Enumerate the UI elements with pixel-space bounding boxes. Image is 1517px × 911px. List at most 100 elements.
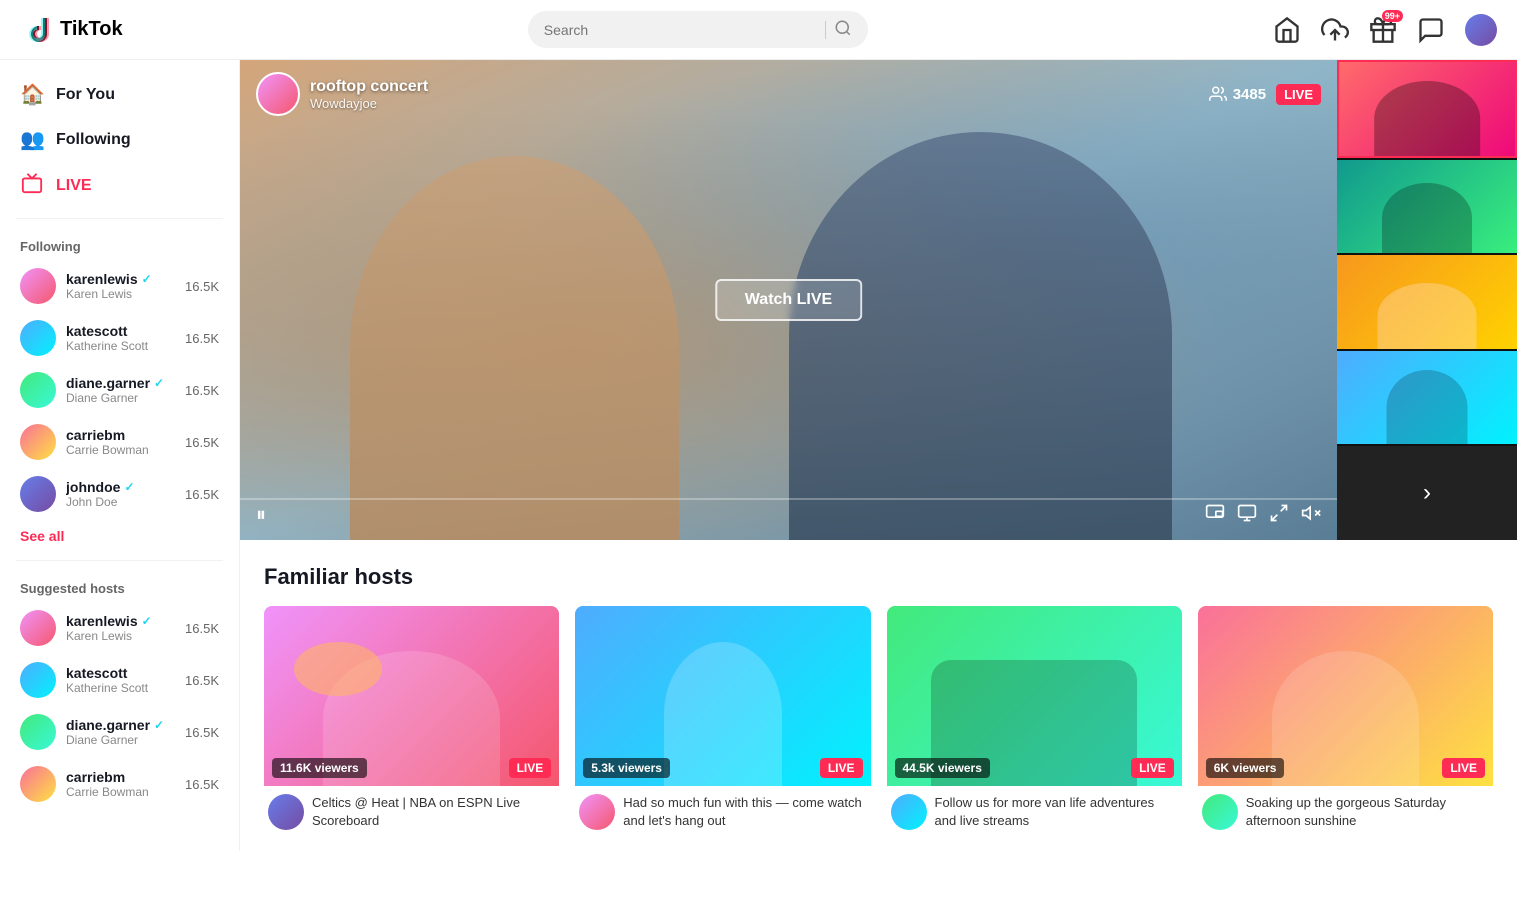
watch-live-button[interactable]: Watch LIVE <box>715 279 862 321</box>
home-icon-btn[interactable] <box>1273 16 1301 44</box>
user-handle-4: Carrie Bowman <box>66 443 175 457</box>
sidebar: 🏠 For You 👥 Following LIVE Following kar… <box>0 60 240 851</box>
host-desc-3: Follow us for more van life adventures a… <box>935 794 1178 830</box>
user-count-5: 16.5K <box>185 487 219 502</box>
suggested-user-2[interactable]: katescott Katherine Scott 16.5K <box>0 654 239 706</box>
tiktok-logo-icon <box>20 14 52 46</box>
host-viewer-count-2: 5.3k viewers <box>583 758 670 778</box>
nav-live[interactable]: LIVE <box>0 162 239 210</box>
host-card-3[interactable]: 44.5K viewers LIVE Follow us for more va… <box>887 606 1182 838</box>
user-name-2: katescott <box>66 323 175 339</box>
host-card-2[interactable]: 5.3k viewers LIVE Had so much fun with t… <box>575 606 870 838</box>
thumb-4[interactable] <box>1337 351 1517 445</box>
sidebar-divider-2 <box>16 560 223 561</box>
user-count-2: 16.5K <box>185 331 219 346</box>
messages-icon-btn[interactable] <box>1417 16 1445 44</box>
familiar-hosts-section: Familiar hosts 11.6K viewers LIVE Ce <box>240 540 1517 854</box>
see-all-button[interactable]: See all <box>0 520 239 552</box>
following-user-4[interactable]: carriebm Carrie Bowman 16.5K <box>0 416 239 468</box>
host-desc-1: Celtics @ Heat | NBA on ESPN Live Scoreb… <box>312 794 555 830</box>
sugg-verified-3: ✓ <box>154 718 164 732</box>
following-user-5[interactable]: johndoe ✓ John Doe 16.5K <box>0 468 239 520</box>
suggested-user-3[interactable]: diane.garner ✓ Diane Garner 16.5K <box>0 706 239 758</box>
live-progress-bar <box>240 498 1337 500</box>
live-player[interactable]: rooftop concert Wowdayjoe 3485 LIVE <box>240 60 1337 540</box>
thumb-1[interactable] <box>1337 60 1517 158</box>
notification-badge: 99+ <box>1382 10 1403 22</box>
search-bar[interactable] <box>528 11 868 48</box>
main-content: rooftop concert Wowdayjoe 3485 LIVE <box>240 60 1517 854</box>
upload-icon-btn[interactable] <box>1321 16 1349 44</box>
host-thumb-3: 44.5K viewers LIVE <box>887 606 1182 786</box>
app-name: TikTok <box>60 18 123 41</box>
host-card-avatar-3 <box>891 794 927 830</box>
clip-button[interactable] <box>1237 503 1257 528</box>
live-badge: LIVE <box>1276 84 1321 105</box>
user-avatar-2 <box>20 320 56 356</box>
live-host-info: rooftop concert Wowdayjoe <box>256 72 428 116</box>
sidebar-divider-1 <box>16 218 223 219</box>
sugg-avatar-1 <box>20 610 56 646</box>
user-handle-2: Katherine Scott <box>66 339 175 353</box>
nav-for-you[interactable]: 🏠 For You <box>0 72 239 117</box>
host-card-4[interactable]: 6K viewers LIVE Soaking up the gorgeous … <box>1198 606 1493 838</box>
following-nav-icon: 👥 <box>20 127 44 152</box>
nav-following-label: Following <box>56 131 131 149</box>
live-host-text: rooftop concert Wowdayjoe <box>310 78 428 111</box>
host-info-4: Soaking up the gorgeous Saturday afterno… <box>1198 786 1493 838</box>
live-host-avatar <box>256 72 300 116</box>
pause-button[interactable]: ⏸ <box>256 504 266 527</box>
search-icon <box>834 19 852 37</box>
user-info-3: diane.garner ✓ Diane Garner <box>66 375 175 405</box>
clip-icon <box>1237 503 1257 523</box>
verified-icon-3: ✓ <box>154 376 164 390</box>
search-divider <box>825 21 826 39</box>
sugg-name-2: katescott <box>66 665 175 681</box>
suggested-user-1[interactable]: karenlewis ✓ Karen Lewis 16.5K <box>0 602 239 654</box>
thumb-3[interactable] <box>1337 255 1517 349</box>
host-card-1[interactable]: 11.6K viewers LIVE Celtics @ Heat | NBA … <box>264 606 559 838</box>
nav-following[interactable]: 👥 Following <box>0 117 239 162</box>
user-avatar-1 <box>20 268 56 304</box>
sugg-info-1: karenlewis ✓ Karen Lewis <box>66 613 175 643</box>
mute-button[interactable] <box>1301 503 1321 528</box>
pip-button[interactable] <box>1205 503 1225 528</box>
suggested-user-4[interactable]: carriebm Carrie Bowman 16.5K <box>0 758 239 810</box>
fullscreen-button[interactable] <box>1269 503 1289 528</box>
host-thumb-4: 6K viewers LIVE <box>1198 606 1493 786</box>
host-live-badge-3: LIVE <box>1131 758 1174 778</box>
user-count-4: 16.5K <box>185 435 219 450</box>
suggested-section-label: Suggested hosts <box>0 569 239 602</box>
messages-icon <box>1417 16 1445 44</box>
host-viewer-count-1: 11.6K viewers <box>272 758 367 778</box>
search-input[interactable] <box>544 22 817 38</box>
user-name-5: johndoe ✓ <box>66 479 175 495</box>
host-desc-2: Had so much fun with this — come watch a… <box>623 794 866 830</box>
live-host-handle: Wowdayjoe <box>310 96 428 111</box>
following-user-3[interactable]: diane.garner ✓ Diane Garner 16.5K <box>0 364 239 416</box>
search-button[interactable] <box>834 19 852 40</box>
thumb-2[interactable] <box>1337 160 1517 254</box>
header: TikTok <box>0 0 1517 60</box>
live-host-title: rooftop concert <box>310 78 428 96</box>
following-user-1[interactable]: karenlewis ✓ Karen Lewis 16.5K <box>0 260 239 312</box>
user-name-4: carriebm <box>66 427 175 443</box>
control-icons <box>1205 503 1321 528</box>
user-avatar-3 <box>20 372 56 408</box>
following-user-2[interactable]: katescott Katherine Scott 16.5K <box>0 312 239 364</box>
host-info-3: Follow us for more van life adventures a… <box>887 786 1182 838</box>
sugg-info-3: diane.garner ✓ Diane Garner <box>66 717 175 747</box>
logo[interactable]: TikTok <box>20 14 123 46</box>
user-avatar[interactable] <box>1465 14 1497 46</box>
main-layout: 🏠 For You 👥 Following LIVE Following kar… <box>0 60 1517 854</box>
user-avatar-4 <box>20 424 56 460</box>
viewers-icon <box>1209 85 1227 103</box>
thumb-more[interactable]: › <box>1337 446 1517 540</box>
host-live-badge-2: LIVE <box>820 758 863 778</box>
host-thumb-1: 11.6K viewers LIVE <box>264 606 559 786</box>
host-card-avatar-1 <box>268 794 304 830</box>
gift-icon-btn[interactable]: 99+ <box>1369 16 1397 44</box>
sugg-avatar-2 <box>20 662 56 698</box>
live-section: rooftop concert Wowdayjoe 3485 LIVE <box>240 60 1517 540</box>
nav-live-label: LIVE <box>56 177 92 195</box>
